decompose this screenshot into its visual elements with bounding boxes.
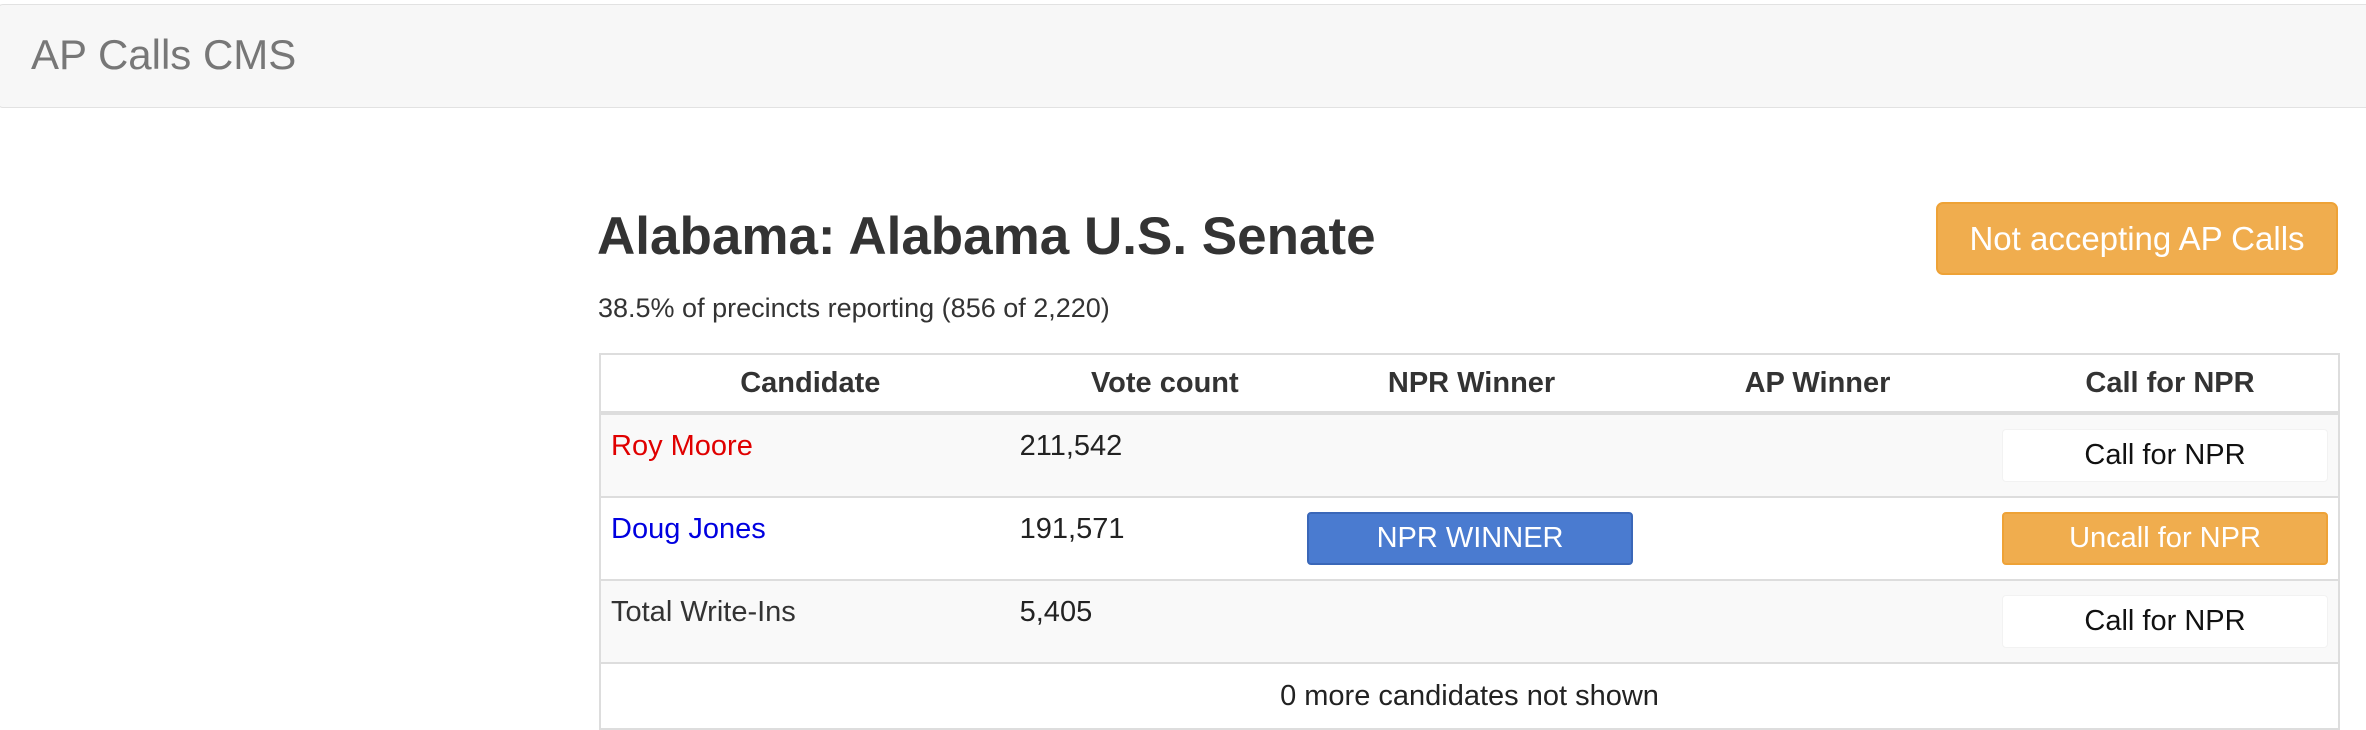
table-row: Roy Moore 211,542 Call for NPR <box>600 412 2339 497</box>
call-cell: Call for NPR <box>2001 412 2339 497</box>
call-for-npr-button[interactable]: Call for NPR <box>2002 595 2328 648</box>
candidate-name: Roy Moore <box>600 412 1020 497</box>
header-candidate: Candidate <box>600 354 1020 415</box>
table-header-row: Candidate Vote count NPR Winner AP Winne… <box>600 354 2339 415</box>
vote-count: 5,405 <box>1019 579 1311 663</box>
table-footer-row: 0 more candidates not shown <box>600 662 2339 729</box>
header-call-for-npr: Call for NPR <box>2001 354 2339 415</box>
ap-calls-toggle-button[interactable]: Not accepting AP Calls <box>1936 202 2338 275</box>
uncall-for-npr-button[interactable]: Uncall for NPR <box>2002 512 2328 565</box>
race-title: Alabama: Alabama U.S. Senate <box>597 207 1376 266</box>
ap-winner-cell <box>1633 496 2002 580</box>
table-row: Total Write-Ins 5,405 Call for NPR <box>600 579 2339 663</box>
header-vote-count: Vote count <box>1019 354 1311 415</box>
call-cell: Uncall for NPR <box>2001 496 2339 580</box>
header-npr-winner: NPR Winner <box>1310 354 1634 415</box>
candidate-name: Total Write-Ins <box>600 579 1020 663</box>
ap-winner-cell <box>1633 579 2002 663</box>
npr-winner-cell <box>1310 579 1634 663</box>
vote-count: 191,571 <box>1019 496 1311 580</box>
precincts-reporting: 38.5% of precincts reporting (856 of 2,2… <box>598 293 1110 323</box>
ap-winner-cell <box>1633 412 2002 497</box>
call-for-npr-button[interactable]: Call for NPR <box>2002 429 2328 482</box>
npr-winner-badge: NPR WINNER <box>1307 512 1634 565</box>
npr-winner-cell <box>1310 412 1634 497</box>
navbar-brand[interactable]: AP Calls CMS <box>31 31 296 79</box>
candidate-name: Doug Jones <box>600 496 1020 580</box>
vote-count: 211,542 <box>1019 412 1311 497</box>
call-cell: Call for NPR <box>2001 579 2339 663</box>
npr-winner-cell: NPR WINNER <box>1307 496 1634 580</box>
table-row: Doug Jones 191,571 NPR WINNER Uncall for… <box>600 496 2339 580</box>
header-ap-winner: AP Winner <box>1633 354 2002 415</box>
more-candidates-note: 0 more candidates not shown <box>600 662 2339 729</box>
results-table: Candidate Vote count NPR Winner AP Winne… <box>599 353 2340 730</box>
navbar: AP Calls CMS <box>0 4 2366 108</box>
